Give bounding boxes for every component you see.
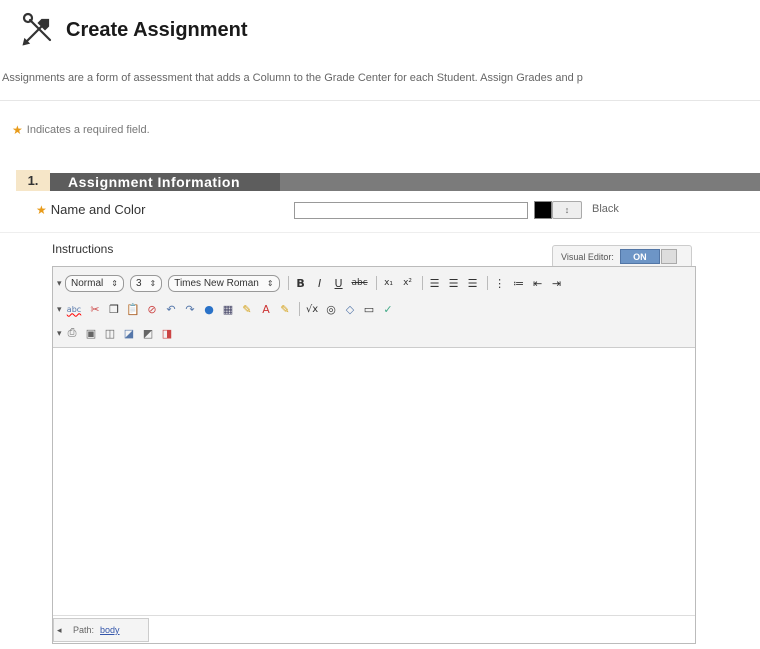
highlight-pen-icon[interactable]: ✎ xyxy=(240,301,254,317)
outdent-icon[interactable]: ⇤ xyxy=(531,275,545,291)
insert-file-icon[interactable]: ⎙ xyxy=(65,325,79,341)
editor-status-bar: ◂ Path: body xyxy=(53,615,695,643)
page-description: Assignments are a form of assessment tha… xyxy=(2,72,583,84)
insert-media-icon[interactable]: ◫ xyxy=(103,325,117,341)
section-title: Assignment Information xyxy=(68,174,241,190)
bold-button[interactable]: B xyxy=(294,275,308,291)
toolbar-separator xyxy=(486,276,488,290)
numbered-list-icon[interactable]: ⋮ xyxy=(493,275,507,291)
equation-icon[interactable]: √x xyxy=(305,301,319,317)
assignment-name-input[interactable] xyxy=(294,202,528,219)
path-label: Path: xyxy=(73,625,95,635)
instructions-label: Instructions xyxy=(52,242,114,256)
align-center-icon[interactable]: ☰ xyxy=(447,275,461,291)
visual-editor-switch[interactable]: Visual Editor: ON xyxy=(552,245,692,268)
align-left-icon[interactable]: ☰ xyxy=(428,275,442,291)
subscript-button[interactable]: x₁ xyxy=(382,275,396,291)
collapse-toolbar-icon[interactable]: ▾ xyxy=(57,328,65,339)
toolbar-row-3: ▾ ⎙ ▣ ◫ ◪ ◩ ◨ xyxy=(57,323,179,343)
color-swatch[interactable] xyxy=(534,201,552,219)
preview-icon[interactable]: ✓ xyxy=(381,301,395,317)
undo-icon[interactable]: ↶ xyxy=(164,301,178,317)
visual-editor-toggle-knob[interactable] xyxy=(660,249,677,264)
toolbar-row-1: ▾ Normal ⇕ 3 ⇕ Times New Roman ⇕ B I U abc … xyxy=(57,273,569,293)
unlink-icon[interactable]: ⊘ xyxy=(145,301,159,317)
name-and-color-label: ★ Name and Color xyxy=(36,202,145,217)
collapse-toolbar-icon[interactable]: ▾ xyxy=(57,304,65,315)
toolbar-separator xyxy=(299,302,300,316)
align-right-icon[interactable]: ☰ xyxy=(466,275,480,291)
visual-editor-label: Visual Editor: xyxy=(561,251,614,262)
select-arrow-icon: ⇕ xyxy=(266,278,274,288)
math-icon[interactable]: ◎ xyxy=(324,301,338,317)
color-picker-button[interactable]: ↕ xyxy=(552,201,582,219)
insert-audio-icon[interactable]: ◩ xyxy=(141,325,155,341)
select-arrow-icon: ⇕ xyxy=(111,278,118,288)
superscript-button[interactable]: x² xyxy=(401,275,415,291)
color-name: Black xyxy=(592,203,619,215)
required-star-icon: ★ xyxy=(36,202,47,217)
name-and-color-label-text: Name and Color xyxy=(50,202,146,217)
font-size-select[interactable]: 3 ⇕ xyxy=(129,274,163,292)
required-star-icon: ★ xyxy=(12,123,23,137)
bullet-list-icon[interactable]: ≔ xyxy=(512,275,526,291)
font-size-value: 3 xyxy=(135,277,142,289)
assignment-tools-icon xyxy=(22,12,52,46)
indent-icon[interactable]: ⇥ xyxy=(550,275,564,291)
strikethrough-button[interactable]: abc xyxy=(351,275,369,291)
resize-handle-icon[interactable]: ◂ xyxy=(57,625,65,636)
path-body-link[interactable]: body xyxy=(100,625,120,635)
visual-editor-toggle-on[interactable]: ON xyxy=(619,249,660,264)
toolbar-separator xyxy=(375,276,377,290)
insert-mashup-icon[interactable]: ◪ xyxy=(122,325,136,341)
required-field-note: ★ Indicates a required field. xyxy=(12,123,150,137)
rich-text-editor: ▾ Normal ⇕ 3 ⇕ Times New Roman ⇕ B I U abc … xyxy=(52,266,696,644)
toolbar-row-2: ▾ abc ✂ ❐ 📋 ⊘ ↶ ↷ ● ▦ ✎ A ✎ √x ◎ ◇ ▭ ✓ xyxy=(57,299,400,319)
spellcheck-button[interactable]: abc xyxy=(65,301,83,317)
select-arrow-icon: ⇕ xyxy=(149,278,157,288)
editor-path: ◂ Path: body xyxy=(53,618,149,642)
text-color-icon[interactable]: A xyxy=(259,301,273,317)
toolbar-separator xyxy=(421,276,423,290)
editor-toolbar: ▾ Normal ⇕ 3 ⇕ Times New Roman ⇕ B I U abc … xyxy=(53,267,695,348)
paste-icon[interactable]: 📋 xyxy=(126,301,140,317)
cut-icon[interactable]: ✂ xyxy=(88,301,102,317)
link-globe-icon[interactable]: ● xyxy=(202,301,216,317)
background-color-icon[interactable]: ✎ xyxy=(278,301,292,317)
collapse-toolbar-icon[interactable]: ▾ xyxy=(57,278,65,289)
italic-button[interactable]: I xyxy=(313,275,327,291)
divider xyxy=(0,100,760,101)
required-note-text: Indicates a required field. xyxy=(26,124,150,136)
html-code-icon[interactable]: ◇ xyxy=(343,301,357,317)
format-select[interactable]: Normal ⇕ xyxy=(65,274,124,292)
font-family-select[interactable]: Times New Roman ⇕ xyxy=(168,274,280,292)
divider xyxy=(0,232,760,233)
editor-content-area[interactable] xyxy=(53,348,695,608)
insert-image-icon[interactable]: ▣ xyxy=(84,325,98,341)
copy-icon[interactable]: ❐ xyxy=(107,301,121,317)
fullscreen-icon[interactable]: ▭ xyxy=(362,301,376,317)
redo-icon[interactable]: ↷ xyxy=(183,301,197,317)
section-number: 1. xyxy=(16,170,50,191)
underline-button[interactable]: U xyxy=(332,275,346,291)
toolbar-separator xyxy=(287,276,289,290)
insert-pdf-icon[interactable]: ◨ xyxy=(160,325,174,341)
format-select-value: Normal xyxy=(71,277,104,289)
page-title-text: Create Assignment xyxy=(66,18,248,41)
insert-table-icon[interactable]: ▦ xyxy=(221,301,235,317)
font-family-value: Times New Roman xyxy=(174,277,259,289)
page-title: Create Assignment xyxy=(20,12,248,48)
